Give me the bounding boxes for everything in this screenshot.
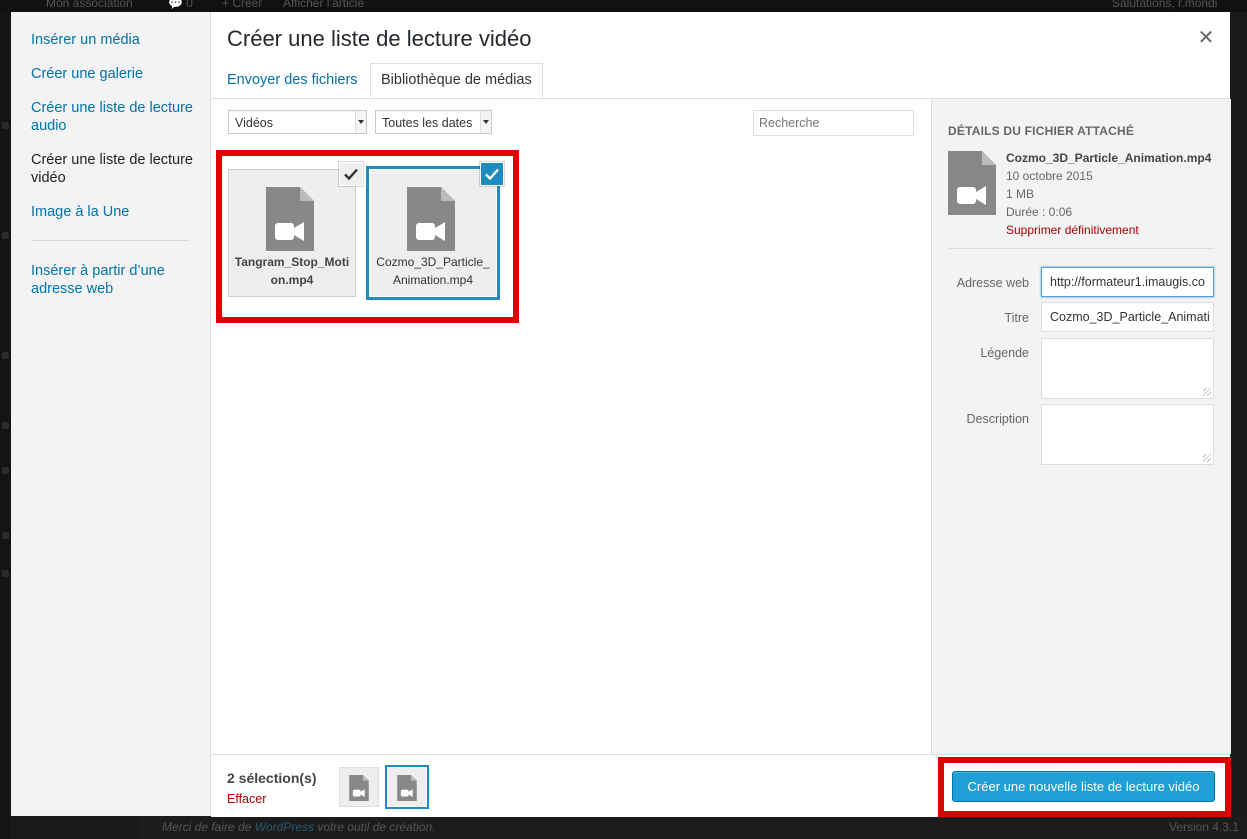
description-label: Description bbox=[966, 412, 1029, 426]
admin-menu-icon bbox=[2, 532, 9, 539]
attachment-tangram[interactable]: Tangram_Stop_Motion.mp4 bbox=[228, 162, 363, 297]
details-date: 10 octobre 2015 bbox=[1006, 169, 1093, 183]
checkmark-icon[interactable] bbox=[339, 162, 363, 186]
chevron-down-icon bbox=[480, 111, 491, 133]
tab-upload-files[interactable]: Envoyer des fichiers bbox=[217, 64, 368, 97]
admin-menu-icon bbox=[2, 122, 9, 129]
media-modal: Insérer un média Créer une galerie Créer… bbox=[11, 12, 1231, 817]
selection-thumb-tangram[interactable] bbox=[339, 767, 379, 807]
admin-bar-new: + Créer bbox=[222, 0, 262, 10]
url-label: Adresse web bbox=[956, 276, 1029, 290]
type-filter-value: Vidéos bbox=[235, 116, 273, 130]
menu-item-insert-media[interactable]: Insérer un média bbox=[31, 31, 196, 49]
attachment-details-sidebar: DÉTAILS DU FICHIER ATTACHÉ Cozmo_3D_Part… bbox=[931, 99, 1231, 754]
details-size: 1 MB bbox=[1006, 187, 1035, 201]
checkmark-icon[interactable] bbox=[480, 162, 504, 186]
admin-footer-version: Version 4.3.1 bbox=[1168, 820, 1239, 834]
date-filter-select[interactable]: Toutes les dates bbox=[375, 110, 492, 134]
video-file-icon bbox=[397, 775, 417, 801]
search-input[interactable] bbox=[753, 110, 914, 136]
video-file-icon bbox=[266, 187, 314, 251]
description-field[interactable] bbox=[1041, 404, 1214, 465]
media-router: Envoyer des fichiers Bibliothèque de méd… bbox=[211, 62, 1230, 99]
delete-permanently-link[interactable]: Supprimer définitivement bbox=[1006, 223, 1139, 237]
attachment-cozmo[interactable]: Cozmo_3D_Particle_Animation.mp4 bbox=[369, 162, 504, 297]
selection-count: 2 sélection(s) bbox=[227, 770, 317, 786]
video-file-icon bbox=[349, 775, 369, 801]
admin-footer-text: Merci de faire de WordPress votre outil … bbox=[162, 820, 435, 834]
resize-grip-icon[interactable] bbox=[1203, 454, 1211, 462]
admin-bar-comments-count: 0 bbox=[186, 0, 193, 10]
menu-item-create-gallery[interactable]: Créer une galerie bbox=[31, 65, 196, 83]
title-field[interactable]: Cozmo_3D_Particle_Animati bbox=[1041, 302, 1214, 332]
details-divider bbox=[948, 248, 1214, 249]
admin-menu-icon bbox=[2, 352, 9, 359]
admin-bar-greeting: Salutations, r.mondi bbox=[1112, 0, 1218, 10]
caption-label: Légende bbox=[980, 346, 1029, 360]
admin-menu-strip bbox=[0, 12, 11, 839]
url-field[interactable]: http://formateur1.imaugis.co bbox=[1041, 267, 1214, 297]
menu-item-create-audio-playlist[interactable]: Créer une liste de lecture audio bbox=[31, 99, 196, 135]
menu-separator bbox=[31, 240, 189, 241]
date-filter-value: Toutes les dates bbox=[382, 116, 473, 130]
create-video-playlist-button[interactable]: Créer une nouvelle liste de lecture vidé… bbox=[952, 771, 1215, 802]
footer-wordpress-link[interactable]: WordPress bbox=[255, 820, 314, 834]
type-filter-select[interactable]: Vidéos bbox=[228, 110, 367, 134]
close-icon[interactable]: ✕ bbox=[1191, 26, 1221, 56]
admin-bar-comments: 💬 0 bbox=[168, 0, 193, 10]
modal-title: Créer une liste de lecture vidéo bbox=[227, 26, 532, 51]
admin-bar: Mon association 💬 0 + Créer Afficher l’a… bbox=[0, 0, 1247, 12]
video-file-icon bbox=[948, 151, 996, 215]
admin-menu-icon bbox=[2, 467, 9, 474]
attachments-browser: Vidéos Toutes les dates Tangram_Stop_Mot… bbox=[211, 99, 931, 754]
menu-item-insert-from-url[interactable]: Insérer à partir d’une adresse web bbox=[31, 262, 196, 298]
footer-text-after: votre outil de création. bbox=[314, 820, 436, 834]
resize-grip-icon[interactable] bbox=[1203, 388, 1211, 396]
menu-item-featured-image[interactable]: Image à la Une bbox=[31, 203, 196, 221]
media-menu: Insérer un média Créer une galerie Créer… bbox=[11, 12, 211, 816]
admin-bar-new-label: Créer bbox=[232, 0, 263, 10]
admin-bar-view-post: Afficher l’article bbox=[283, 0, 365, 10]
details-heading: DÉTAILS DU FICHIER ATTACHÉ bbox=[948, 124, 1135, 138]
video-file-icon bbox=[407, 187, 455, 251]
admin-menu-icon bbox=[2, 422, 9, 429]
tab-media-library[interactable]: Bibliothèque de médias bbox=[370, 63, 543, 98]
details-filename: Cozmo_3D_Particle_Animation.mp4 bbox=[1006, 151, 1212, 165]
menu-item-create-video-playlist[interactable]: Créer une liste de lecture vidéo bbox=[31, 151, 196, 187]
media-toolbar: 2 sélection(s) Effacer Créer une nouvell… bbox=[211, 754, 1231, 817]
chevron-down-icon bbox=[355, 111, 366, 133]
footer-text-before: Merci de faire de bbox=[162, 820, 255, 834]
attachment-filename: Tangram_Stop_Motion.mp4 bbox=[234, 255, 350, 287]
clear-selection-link[interactable]: Effacer bbox=[227, 792, 266, 806]
admin-menu-icon bbox=[2, 232, 9, 239]
selection-thumb-cozmo[interactable] bbox=[387, 767, 427, 807]
caption-field[interactable] bbox=[1041, 338, 1214, 399]
admin-bar-site: Mon association bbox=[46, 0, 133, 10]
admin-menu-icon bbox=[2, 570, 9, 577]
title-label: Titre bbox=[1004, 311, 1029, 325]
attachment-filename: Cozmo_3D_Particle_Animation.mp4 bbox=[376, 255, 490, 287]
details-duration: Durée : 0:06 bbox=[1006, 205, 1073, 219]
